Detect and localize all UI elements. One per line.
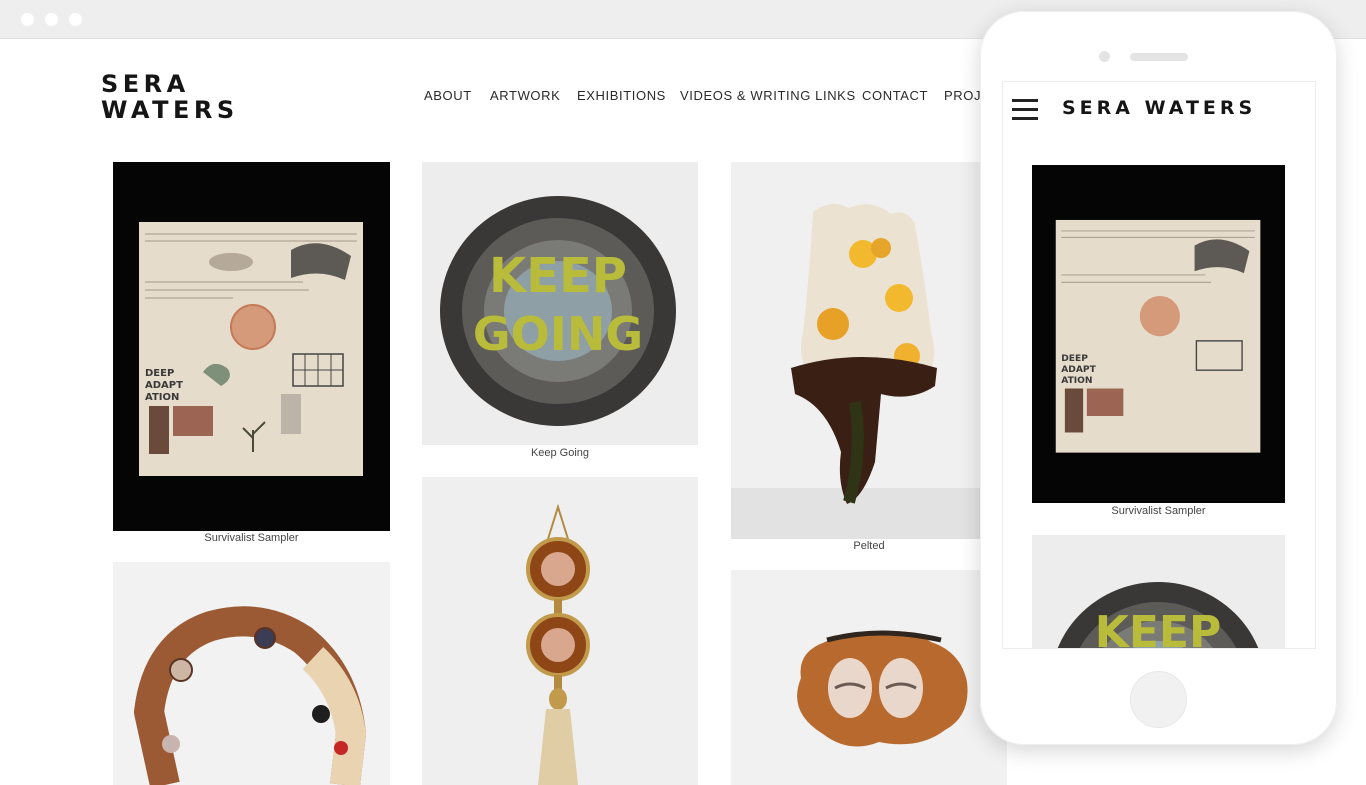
mobile-keep-text: KEEP [1095, 607, 1221, 648]
artwork-ring-piece[interactable] [113, 562, 390, 785]
logo-line-1: SERA [101, 70, 190, 98]
phone-home-button[interactable] [1130, 671, 1187, 728]
mobile-survivalist-sampler-image: DEEP ADAPT ATION [1032, 165, 1285, 503]
phone-mockup: SERA WATERS DEEP ADAPT ATION Survivalist… [980, 11, 1337, 745]
nav-videos-writing-links[interactable]: VIDEOS & WRITING LINKS [680, 88, 856, 103]
svg-text:ATION: ATION [145, 392, 179, 403]
hanging-medallions-image [422, 477, 698, 785]
artwork-pelted[interactable] [731, 162, 981, 539]
nav-about[interactable]: ABOUT [424, 88, 472, 103]
phone-camera [1099, 51, 1110, 62]
svg-text:ATION: ATION [1061, 376, 1092, 386]
pelted-image [731, 162, 981, 539]
svg-text:DEEP: DEEP [1061, 354, 1088, 364]
mobile-site-logo[interactable]: SERA WATERS [1062, 97, 1256, 119]
nav-artwork[interactable]: ARTWORK [490, 88, 560, 103]
mobile-screen: SERA WATERS DEEP ADAPT ATION Survivalist… [1002, 81, 1316, 649]
mobile-keep-going-image: KEEP [1032, 535, 1285, 648]
nav-exhibitions[interactable]: EXHIBITIONS [577, 88, 666, 103]
main-nav: ABOUT ARTWORK EXHIBITIONS VIDEOS & WRITI… [424, 88, 984, 108]
logo-line-2: WATERS [101, 96, 239, 124]
hamburger-icon[interactable] [1012, 99, 1038, 121]
site-logo[interactable]: SERA WATERS [101, 71, 239, 123]
caption-pelted[interactable]: Pelted [731, 540, 1007, 552]
artwork-survivalist-sampler[interactable]: DEEP ADAPT ATION [113, 162, 390, 531]
artwork-hanging-medallions[interactable] [422, 477, 698, 785]
svg-text:ADAPT: ADAPT [145, 380, 183, 391]
phone-speaker [1130, 53, 1188, 61]
nav-projects[interactable]: PROJECTS [944, 88, 984, 103]
survivalist-sampler-image: DEEP ADAPT ATION [113, 162, 390, 531]
window-control-dot[interactable] [45, 13, 58, 26]
keep-going-image: KEEP GOING [422, 162, 698, 445]
mobile-artwork-survivalist-sampler[interactable]: DEEP ADAPT ATION [1032, 165, 1285, 503]
window-control-dot[interactable] [21, 13, 34, 26]
window-control-dot[interactable] [69, 13, 82, 26]
going-text: GOING [473, 307, 643, 361]
artwork-eyes-map[interactable] [731, 570, 1007, 785]
mobile-artwork-keep-going[interactable]: KEEP [1032, 535, 1285, 648]
caption-survivalist-sampler[interactable]: Survivalist Sampler [113, 532, 390, 544]
artwork-keep-going[interactable]: KEEP GOING [422, 162, 698, 445]
svg-text:ADAPT: ADAPT [1061, 365, 1096, 375]
keep-text: KEEP [489, 248, 627, 304]
nav-contact[interactable]: CONTACT [862, 88, 928, 103]
svg-text:DEEP: DEEP [145, 368, 174, 379]
caption-keep-going[interactable]: Keep Going [422, 447, 698, 459]
eyes-map-image [731, 570, 1007, 785]
ring-artwork-image [113, 562, 390, 785]
mobile-caption-survivalist-sampler[interactable]: Survivalist Sampler [1032, 505, 1285, 517]
